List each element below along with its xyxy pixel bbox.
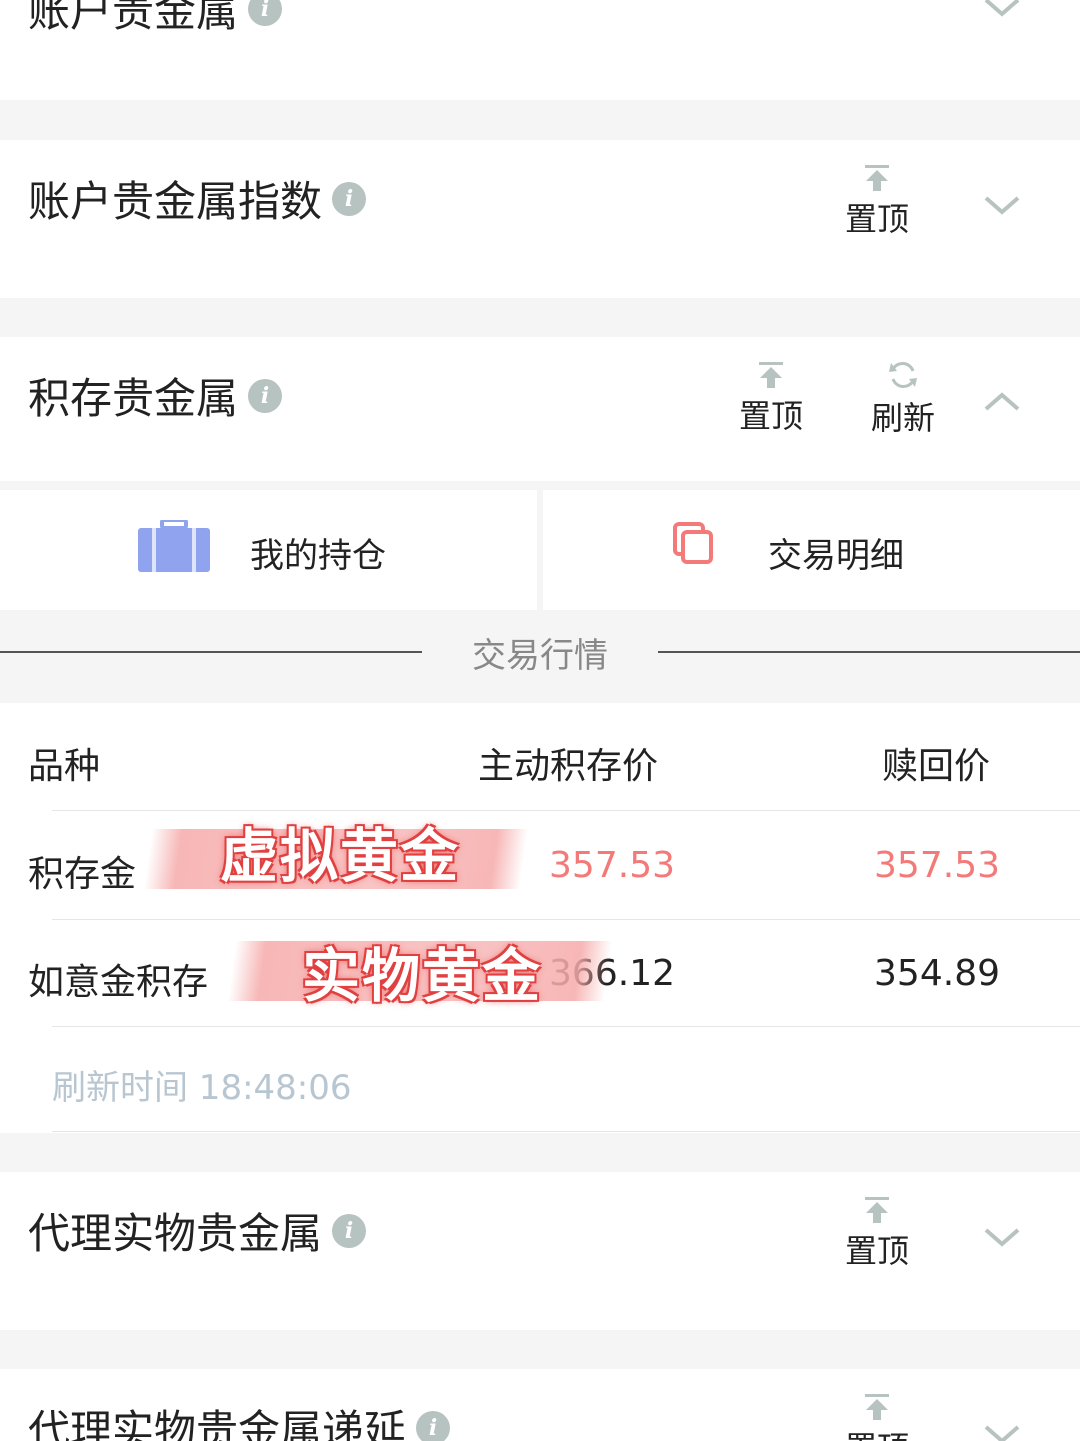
chevron-down-icon[interactable] (982, 190, 1022, 220)
chevron-up-icon[interactable] (982, 387, 1022, 417)
my-holdings-label: 我的持仓 (250, 536, 386, 576)
info-icon[interactable]: i (416, 1410, 451, 1441)
header-variety: 品种 (28, 746, 101, 787)
info-icon[interactable]: i (248, 378, 283, 413)
info-icon[interactable]: i (332, 181, 367, 216)
pin-button[interactable]: 置顶 (832, 1393, 922, 1441)
refresh-icon (889, 362, 917, 388)
pin-top-icon (759, 362, 783, 388)
trade-details-button[interactable]: 交易明细 (543, 490, 1080, 610)
row-separator (52, 810, 1080, 811)
chevron-down-icon[interactable] (982, 1222, 1022, 1252)
pin-top-icon (865, 165, 889, 191)
section-account-precious-metals: 账户贵金属 i (0, 0, 1080, 100)
section-title: 积存贵金属 i (28, 365, 283, 426)
pin-button[interactable]: 置顶 (832, 164, 922, 240)
row-separator (52, 1026, 1080, 1027)
chevron-down-icon[interactable] (982, 1419, 1022, 1441)
section-agency-physical-metals: 代理实物贵金属 i 置顶 (0, 1172, 1080, 1330)
sell-price: 357.53 (874, 845, 1000, 886)
row-separator (52, 919, 1080, 920)
section-accumulation-metals: 积存贵金属 i 置顶 刷新 (0, 337, 1080, 481)
pin-button[interactable]: 置顶 (726, 361, 816, 437)
section-account-metal-index: 账户贵金属指数 i 置顶 (0, 140, 1080, 298)
sell-price: 354.89 (874, 953, 1000, 994)
variety-name: 积存金 (28, 854, 137, 895)
pin-button[interactable]: 置顶 (832, 1196, 922, 1272)
trade-details-label: 交易明细 (768, 536, 904, 576)
market-title: 交易行情 (472, 636, 608, 676)
section-title: 账户贵金属 i (28, 0, 283, 39)
refresh-button[interactable]: 刷新 (858, 359, 948, 439)
my-holdings-button[interactable]: 我的持仓 (0, 490, 537, 610)
chevron-down-icon[interactable] (982, 0, 1022, 22)
info-icon[interactable]: i (332, 1213, 367, 1248)
pin-top-icon (865, 1394, 889, 1420)
header-buy-price: 主动积存价 (478, 746, 659, 787)
buy-price: 357.53 (549, 845, 675, 886)
variety-name: 如意金积存 (28, 962, 209, 1003)
briefcase-icon (138, 520, 210, 572)
header-sell-price: 赎回价 (882, 746, 991, 787)
refresh-time: 刷新时间 18:48:06 (52, 1068, 352, 1108)
info-icon[interactable]: i (248, 0, 283, 26)
section-title: 账户贵金属指数 i (28, 168, 367, 229)
section-title: 代理实物贵金属 i (28, 1200, 367, 1261)
section-agency-physical-deferred: 代理实物贵金属递延 i 置顶 (0, 1369, 1080, 1441)
pin-top-icon (865, 1197, 889, 1223)
row-separator (52, 1131, 1080, 1132)
overlay-tag: 实物黄金 (301, 942, 542, 1010)
section-title: 代理实物贵金属递延 i (28, 1397, 451, 1441)
copy-icon (673, 522, 713, 564)
